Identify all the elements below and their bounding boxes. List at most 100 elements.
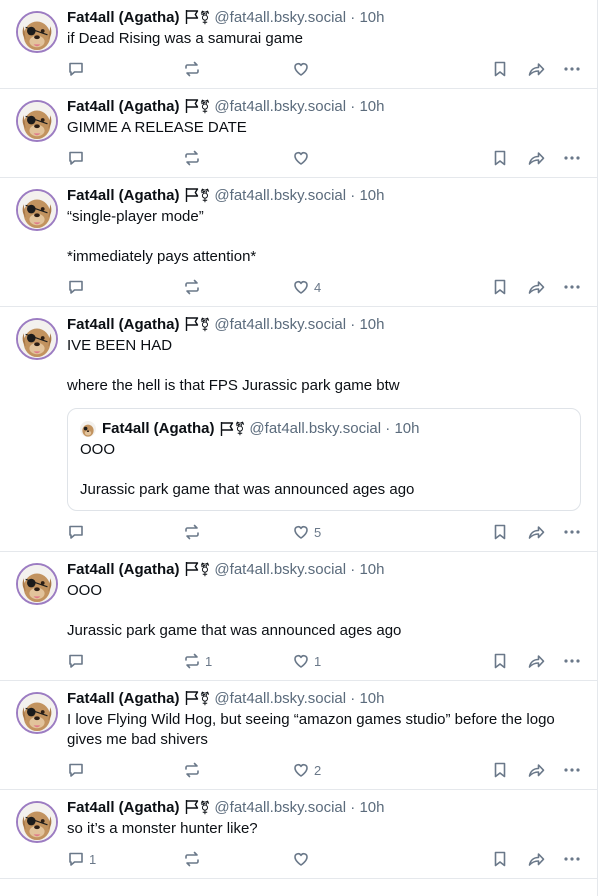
share-button[interactable] — [527, 652, 545, 670]
author-avatar[interactable] — [16, 563, 58, 605]
author-avatar[interactable] — [16, 189, 58, 231]
share-button[interactable] — [527, 278, 545, 296]
post-feed: Fat4all (Agatha) ⚧ @fat4all.bsky.social · … — [0, 0, 598, 896]
author-handle[interactable]: @fat4all.bsky.social — [214, 9, 346, 26]
bookmark-button[interactable] — [491, 60, 509, 78]
heart-outline-icon — [294, 655, 308, 668]
author-avatar[interactable] — [16, 801, 58, 843]
post-timestamp[interactable]: 10h — [359, 98, 384, 115]
reply-button[interactable] — [67, 761, 183, 779]
like-button[interactable] — [292, 850, 392, 868]
post-item[interactable]: Fat4all (Agatha) ⚧ @fat4all.bsky.social · … — [0, 307, 597, 552]
flag-outline-icon — [220, 422, 233, 436]
post-timestamp[interactable]: 10h — [359, 561, 384, 578]
repost-button[interactable] — [183, 761, 292, 779]
reply-button[interactable] — [67, 60, 183, 78]
post-timestamp[interactable]: 10h — [359, 799, 384, 816]
author-handle[interactable]: @fat4all.bsky.social — [214, 799, 346, 816]
author-name[interactable]: Fat4all (Agatha) — [67, 561, 180, 578]
more-options-button[interactable] — [563, 278, 581, 296]
flag-outline-icon — [185, 800, 198, 814]
post-item[interactable]: Fat4all (Agatha) ⚧ @fat4all.bsky.social · … — [0, 178, 597, 307]
share-button[interactable] — [527, 60, 545, 78]
post-actions — [67, 50, 581, 88]
like-button[interactable]: 2 — [292, 761, 392, 779]
repost-button[interactable] — [183, 60, 292, 78]
post-text-line: so it’s a monster hunter like? — [67, 820, 258, 837]
post-timestamp[interactable]: 10h — [359, 187, 384, 204]
author-handle[interactable]: @fat4all.bsky.social — [214, 690, 346, 707]
repost-arrows-icon — [185, 279, 199, 295]
repost-button[interactable]: 1 — [183, 652, 292, 670]
more-options-button[interactable] — [563, 761, 581, 779]
author-name[interactable]: Fat4all (Agatha) — [67, 98, 180, 115]
post-item[interactable]: Fat4all (Agatha) ⚧ @fat4all.bsky.social · … — [0, 89, 597, 178]
post-item[interactable]: Fat4all (Agatha) ⚧ @fat4all.bsky.social · … — [0, 790, 597, 879]
more-options-button[interactable] — [563, 149, 581, 167]
header-separator: · — [350, 316, 356, 333]
repost-arrows-icon — [185, 653, 199, 669]
author-avatar[interactable] — [16, 692, 58, 734]
author-avatar[interactable] — [16, 100, 58, 142]
author-name[interactable]: Fat4all (Agatha) — [67, 187, 180, 204]
repost-button[interactable] — [183, 278, 292, 296]
like-button[interactable]: 5 — [292, 523, 392, 541]
author-handle[interactable]: @fat4all.bsky.social — [214, 561, 346, 578]
bookmark-button[interactable] — [491, 149, 509, 167]
author-handle[interactable]: @fat4all.bsky.social — [214, 187, 346, 204]
like-count: 1 — [314, 653, 322, 669]
post-timestamp[interactable]: 10h — [359, 9, 384, 26]
author-name[interactable]: Fat4all (Agatha) — [67, 799, 180, 816]
author-name[interactable]: Fat4all (Agatha) — [67, 316, 180, 333]
post-item[interactable]: Fat4all (Agatha) ⚧ @fat4all.bsky.social · … — [0, 681, 597, 790]
heart-outline-icon — [294, 63, 308, 76]
share-button[interactable] — [527, 850, 545, 868]
reply-button[interactable] — [67, 149, 183, 167]
reply-button[interactable] — [67, 278, 183, 296]
post-text: IVE BEEN HAD where the hell is that FPS … — [67, 336, 581, 396]
speech-bubble-icon — [69, 654, 83, 668]
repost-button[interactable] — [183, 149, 292, 167]
share-button[interactable] — [527, 149, 545, 167]
repost-button[interactable] — [183, 850, 292, 868]
post-item[interactable]: Fat4all (Agatha) ⚧ @fat4all.bsky.social · … — [0, 552, 597, 681]
more-options-button[interactable] — [563, 60, 581, 78]
bookmark-icon — [494, 61, 506, 77]
repost-button[interactable] — [183, 523, 292, 541]
author-handle[interactable]: @fat4all.bsky.social — [214, 316, 346, 333]
share-button[interactable] — [527, 523, 545, 541]
more-options-button[interactable] — [563, 523, 581, 541]
flag-outline-icon — [185, 99, 198, 113]
author-name[interactable]: Fat4all (Agatha) — [67, 9, 180, 26]
author-avatar[interactable] — [16, 11, 58, 53]
more-options-button[interactable] — [563, 652, 581, 670]
bookmark-button[interactable] — [491, 652, 509, 670]
reply-button[interactable]: 1 — [67, 850, 183, 868]
bookmark-button[interactable] — [491, 523, 509, 541]
bookmark-button[interactable] — [491, 761, 509, 779]
like-button[interactable] — [292, 149, 392, 167]
repost-arrows-icon — [185, 61, 199, 77]
bookmark-icon — [494, 279, 506, 295]
like-button[interactable]: 4 — [292, 278, 392, 296]
bookmark-button[interactable] — [491, 278, 509, 296]
quoted-post[interactable]: Fat4all (Agatha) ⚧ @fat4all.bsky.social · … — [67, 408, 581, 511]
post-text-line: Jurassic park game that was announced ag… — [67, 622, 402, 639]
heart-outline-icon — [294, 764, 308, 777]
author-handle[interactable]: @fat4all.bsky.social — [214, 98, 346, 115]
like-button[interactable]: 1 — [292, 652, 392, 670]
post-item[interactable]: Fat4all (Agatha) ⚧ @fat4all.bsky.social · … — [0, 0, 597, 89]
author-avatar[interactable] — [16, 318, 58, 360]
author-name[interactable]: Fat4all (Agatha) — [67, 690, 180, 707]
more-options-button[interactable] — [563, 850, 581, 868]
bookmark-button[interactable] — [491, 850, 509, 868]
bookmark-icon — [494, 150, 506, 166]
heart-outline-icon — [294, 152, 308, 165]
header-separator: · — [350, 561, 356, 578]
share-button[interactable] — [527, 761, 545, 779]
post-timestamp[interactable]: 10h — [359, 316, 384, 333]
reply-button[interactable] — [67, 523, 183, 541]
reply-button[interactable] — [67, 652, 183, 670]
post-timestamp[interactable]: 10h — [359, 690, 384, 707]
like-button[interactable] — [292, 60, 392, 78]
